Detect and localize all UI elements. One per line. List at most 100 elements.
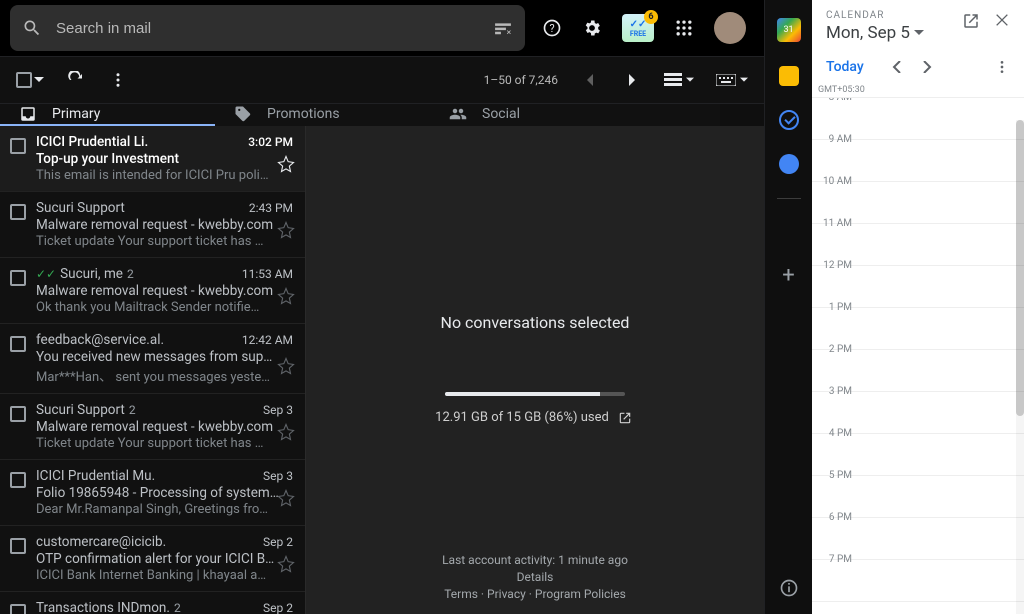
cal-next-icon[interactable] [922,61,932,73]
select-all[interactable] [16,72,44,88]
calendar-close-icon[interactable] [994,12,1010,30]
calendar-date-text: Mon, Sep 5 [826,23,910,43]
star-icon[interactable] [277,155,295,173]
email-subject: Malware removal request - kwebby.com [36,419,293,435]
email-checkbox[interactable] [10,538,26,554]
email-sender: Sucuri Support [36,402,125,418]
cal-prev-icon[interactable] [892,61,902,73]
thread-count: 2 [129,403,136,417]
star-icon[interactable] [277,489,295,507]
rail-tasks-icon[interactable] [779,110,799,130]
email-checkbox[interactable] [10,270,26,286]
category-tabs: Primary Promotions Social [0,104,720,126]
hour-label: 4 PM [812,428,858,475]
star-icon[interactable] [277,423,295,441]
refresh-icon[interactable] [66,70,86,90]
hour-label: 1 PM [812,302,858,349]
split-pane-toggle[interactable] [664,73,694,87]
star-icon[interactable] [277,287,295,305]
email-subject: OTP confirmation alert for your ICICI B… [36,551,293,567]
storage-text[interactable]: 12.91 GB of 15 GB (86%) used [435,408,635,428]
email-snippet: Ticket update Your support ticket has … [36,234,293,249]
email-row[interactable]: Transactions INDmon.2Sep 2US stocks acco… [0,592,305,614]
inbox-icon [18,104,38,124]
calendar-header: CALENDAR Mon, Sep 5 [812,0,1024,53]
email-row[interactable]: ICICI Prudential Li.3:02 PMTop-up your I… [0,126,305,192]
rail-contacts-icon[interactable] [779,154,799,174]
calendar-label: CALENDAR [826,10,962,21]
select-all-checkbox[interactable] [16,72,32,88]
details-link[interactable]: Details [517,570,554,584]
star-icon[interactable] [277,221,295,239]
thread-count: 2 [127,267,134,281]
hour-label: 6 PM [812,512,858,559]
calendar-grid[interactable]: 8 AM9 AM10 AM11 AM12 PM1 PM2 PM3 PM4 PM5… [812,97,1024,614]
calendar-open-icon[interactable] [962,12,980,30]
hour-label: 10 AM [812,176,858,223]
email-time: 12:42 AM [242,333,293,347]
email-time: 11:53 AM [242,267,293,281]
info-icon[interactable] [779,578,799,598]
empty-state-text: No conversations selected [441,313,630,332]
next-page-icon[interactable] [622,70,642,90]
search-options-icon[interactable] [493,18,513,38]
people-icon [448,104,468,124]
search-icon [22,18,42,38]
input-tools-toggle[interactable] [716,74,748,86]
calendar-scrollbar[interactable] [1016,120,1024,614]
email-snippet: ICICI Bank Internet Banking | khayaal a… [36,568,293,583]
help-icon[interactable]: ? [542,18,562,38]
terms-link[interactable]: Terms [444,587,478,601]
cal-more-icon[interactable] [994,59,1010,75]
email-checkbox[interactable] [10,604,26,614]
star-icon[interactable] [277,357,295,375]
email-checkbox[interactable] [10,138,26,154]
side-panel-rail: 31 + [764,0,812,614]
tab-primary[interactable]: Primary [0,104,215,126]
email-row[interactable]: customercare@icicib. Sep 2 OTP confirmatio… [0,526,305,592]
calendar-date[interactable]: Mon, Sep 5 [826,23,962,43]
open-in-new-icon[interactable] [615,408,635,428]
search-box[interactable] [10,5,525,51]
today-button[interactable]: Today [826,59,864,75]
more-icon[interactable] [108,70,128,90]
thread-count: 2 [174,601,181,614]
hour-row[interactable]: 7 PM [812,560,1024,602]
search-input[interactable] [56,20,493,37]
email-checkbox[interactable] [10,406,26,422]
privacy-link[interactable]: Privacy [487,587,526,601]
email-snippet: Ok thank you Mailtrack Sender notifie… [36,300,293,315]
email-checkbox[interactable] [10,472,26,488]
account-avatar[interactable] [714,12,746,44]
email-time: Sep 2 [263,535,293,549]
email-time: Sep 2 [263,601,293,614]
rail-calendar-icon[interactable]: 31 [777,18,801,42]
email-row[interactable]: ✓✓Sucuri, me211:53 AMMalware removal req… [0,258,305,324]
email-row[interactable]: Sucuri Support2Sep 3Malware removal requ… [0,394,305,460]
apps-icon[interactable] [674,18,694,38]
email-row[interactable]: Sucuri Support2:43 PMMalware removal req… [0,192,305,258]
tab-social[interactable]: Social [430,104,645,126]
rail-keep-icon[interactable] [779,66,799,86]
email-subject: You received new messages from sup… [36,349,293,365]
settings-icon[interactable] [582,18,602,38]
hour-label: 5 PM [812,470,858,517]
email-row[interactable]: feedback@service.al.12:42 AMYou received… [0,324,305,394]
email-list[interactable]: ICICI Prudential Li.3:02 PMTop-up your I… [0,126,305,614]
scrollbar-thumb[interactable] [1016,120,1024,416]
free-badge[interactable]: ✓✓ FREE 6 [622,14,654,42]
email-checkbox[interactable] [10,204,26,220]
rail-add-icon[interactable]: + [782,263,794,288]
caret-down-icon[interactable] [34,75,44,85]
tab-promotions[interactable]: Promotions [215,104,430,126]
hour-label: 8 AM [812,97,858,139]
email-sender: ICICI Prudential Mu. [36,468,155,484]
email-subject: Malware removal request - kwebby.com [36,283,293,299]
email-row[interactable]: ICICI Prudential Mu.Sep 3Folio 19865948 … [0,460,305,526]
email-sender: customercare@icicib. [36,534,166,550]
policies-link[interactable]: Program Policies [535,587,626,601]
email-checkbox[interactable] [10,336,26,352]
star-icon[interactable] [277,555,295,573]
prev-page-icon[interactable] [580,70,600,90]
email-snippet: Ticket update Your support ticket has … [36,436,293,451]
